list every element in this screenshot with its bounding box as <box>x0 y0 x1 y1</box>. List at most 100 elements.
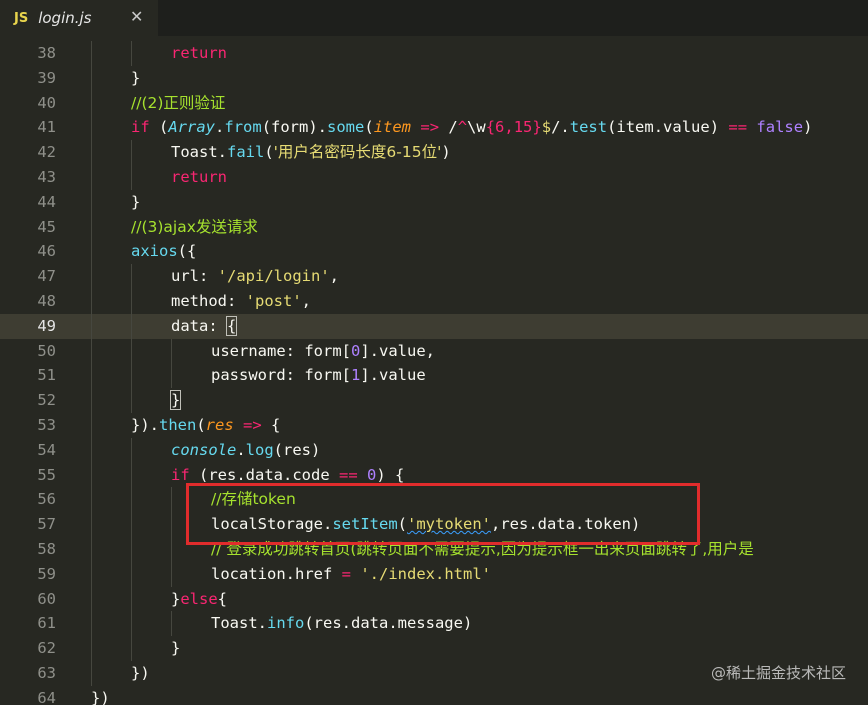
code-line[interactable]: 49 data: { <box>0 313 868 339</box>
code-token: } <box>171 589 181 608</box>
indent-guide <box>131 537 132 562</box>
code-token: localStorage. <box>211 515 333 534</box>
code-line[interactable]: 46 axios({ <box>0 239 868 265</box>
code-token: ( <box>149 118 169 137</box>
code-token: /. <box>551 118 570 137</box>
code-token: , <box>301 292 311 310</box>
code-text: //(3)ajax发送请求 <box>131 215 258 240</box>
indent-guide <box>91 636 92 661</box>
indent-guide <box>91 487 92 513</box>
line-number: 64 <box>37 688 56 705</box>
code-line[interactable]: 56 //存储token <box>0 487 868 513</box>
indent-guide <box>131 388 132 413</box>
code-token: ( <box>397 515 407 534</box>
line-number: 49 <box>37 316 56 335</box>
code-line[interactable]: 45 //(3)ajax发送请求 <box>0 214 868 240</box>
indent-guide <box>131 611 132 637</box>
code-line[interactable]: 57 localStorage.setItem('mytoken',res.dat… <box>0 512 868 537</box>
code-token: false <box>756 118 804 137</box>
indent-guide <box>91 90 92 116</box>
code-line[interactable]: 38 return <box>0 41 868 66</box>
indent-guide <box>91 65 92 91</box>
code-line[interactable]: 62} <box>0 636 868 661</box>
code-line[interactable]: 59 location.href = './index.html' <box>0 561 868 587</box>
code-token: //(3)ajax发送请求 <box>131 217 258 236</box>
code-token: log <box>245 440 274 459</box>
code-token: test <box>569 118 608 137</box>
line-number: 43 <box>37 168 56 186</box>
code-text: console.log(res) <box>171 438 320 463</box>
code-token: => <box>420 118 440 137</box>
indent-guide <box>131 264 132 289</box>
indent-guide <box>91 437 92 463</box>
code-line[interactable]: 44} <box>0 189 868 215</box>
line-number: 46 <box>37 242 56 261</box>
code-line[interactable]: 48 method: 'post', <box>0 289 868 314</box>
indent-guide <box>131 512 132 537</box>
code-token: ) <box>803 118 813 137</box>
code-text: //存储token <box>211 487 296 512</box>
indent-guide <box>131 462 132 488</box>
code-line[interactable]: 43 return <box>0 165 868 190</box>
code-token: { <box>261 416 281 434</box>
code-token: ) { <box>376 465 405 484</box>
indent-guide <box>91 239 92 265</box>
code-line[interactable]: 47 url: '/api/login', <box>0 264 868 289</box>
code-token: 0 <box>367 465 377 484</box>
close-icon[interactable]: ✕ <box>130 7 143 26</box>
code-token: else <box>180 589 218 608</box>
code-token: ) <box>441 143 451 162</box>
indent-guide <box>91 561 92 587</box>
indent-guide <box>131 636 132 661</box>
indent-guide <box>91 363 92 389</box>
code-text: }) <box>131 661 150 686</box>
code-token: fail <box>227 143 265 162</box>
indent-guide <box>91 264 92 289</box>
code-line[interactable]: 55 if (res.data.code == 0) { <box>0 462 868 488</box>
code-token: '/api/login' <box>217 267 330 286</box>
code-line[interactable]: 58 // 登录成功跳转首页(跳转页面不需要提示,因为提示框一出来页面跳转了,用户… <box>0 537 868 562</box>
code-token: = <box>341 564 351 583</box>
line-number: 57 <box>37 515 56 534</box>
code-text: }else{ <box>171 587 227 612</box>
code-line[interactable]: 40 //(2)正则验证 <box>0 90 868 116</box>
code-token: //(2)正则验证 <box>131 93 226 112</box>
code-line[interactable]: 53}).then(res => { <box>0 413 868 438</box>
code-token: ( <box>196 416 206 434</box>
line-number: 55 <box>37 465 56 484</box>
code-token: password: form[ <box>211 366 351 385</box>
code-line[interactable]: 61 Toast.info(res.data.message) <box>0 611 868 637</box>
code-line[interactable]: 39} <box>0 65 868 91</box>
indent-guide <box>171 487 172 513</box>
code-line[interactable]: 41 if (Array.from(form).some(item => /^\w… <box>0 115 868 141</box>
code-token: return <box>171 168 227 186</box>
code-line[interactable]: 54 console.log(res) <box>0 437 868 463</box>
indent-guide <box>171 537 172 562</box>
code-line[interactable]: 42 Toast.fail('用户名密码长度6-15位') <box>0 140 868 165</box>
code-token: (res) <box>273 440 321 459</box>
code-line[interactable]: 50 username: form[0].value, <box>0 338 868 364</box>
tab-login-js[interactable]: JS login.js ✕ <box>0 0 158 36</box>
code-token: Toast. <box>211 614 267 633</box>
code-line[interactable]: 60}else{ <box>0 586 868 612</box>
code-token: (res.data.message) <box>304 614 473 633</box>
javascript-file-icon: JS <box>14 10 29 26</box>
code-text: data: { <box>171 314 238 339</box>
code-token: if <box>171 465 190 484</box>
code-token: Array <box>168 118 216 137</box>
code-line[interactable]: 64}) <box>0 686 868 705</box>
code-editor[interactable]: 38 return 39} 40//(2)正则验证 41 if (Array.from(f… <box>0 36 868 705</box>
code-line[interactable]: 51 password: form[1].value <box>0 363 868 389</box>
code-token: ].value <box>360 366 426 385</box>
line-number: 53 <box>37 416 56 434</box>
code-token: (item.value) <box>607 118 729 137</box>
code-token: } <box>131 192 141 211</box>
line-number: 52 <box>37 391 56 410</box>
code-line[interactable]: 52} <box>0 388 868 413</box>
code-token: { <box>217 589 228 608</box>
code-token: ({ <box>177 242 197 261</box>
line-number: 54 <box>37 440 56 459</box>
line-number: 50 <box>37 341 56 360</box>
